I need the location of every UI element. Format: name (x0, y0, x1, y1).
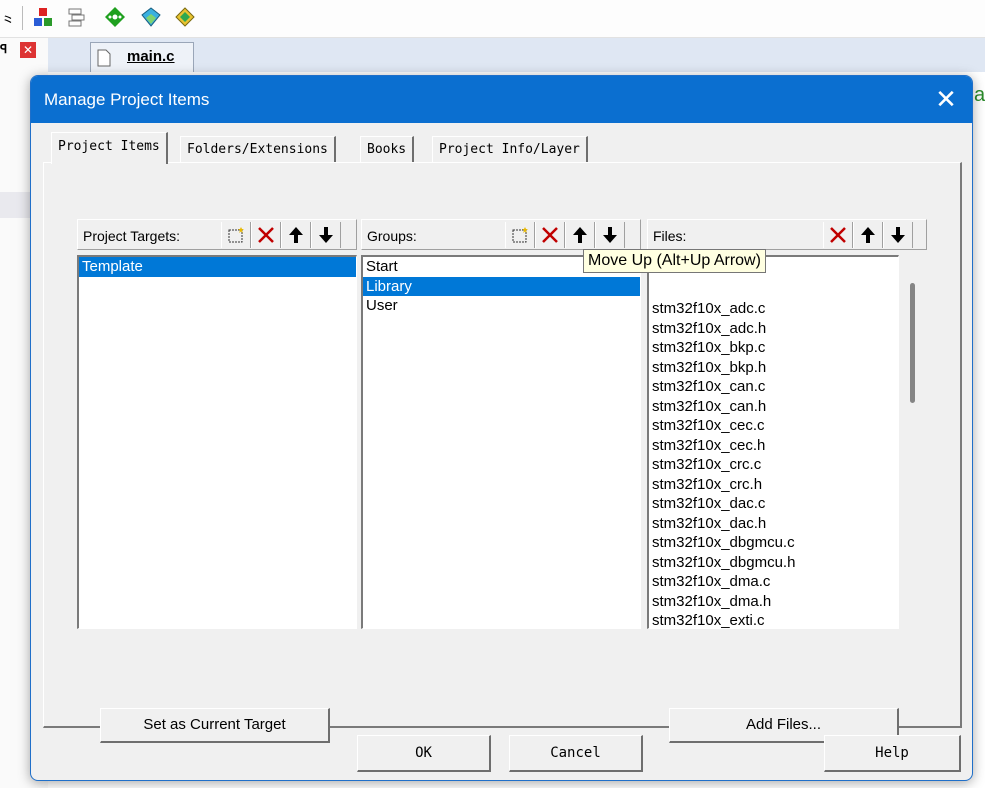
move-group-down-button[interactable] (595, 222, 625, 248)
window-stack-icon[interactable] (66, 6, 88, 28)
pack-installer-icon[interactable] (104, 6, 126, 28)
files-header: Files: (647, 219, 927, 250)
toolbar-divider (22, 6, 23, 30)
dialog-title: Manage Project Items (44, 90, 210, 109)
list-item[interactable]: Library (363, 276, 640, 296)
move-target-down-button[interactable] (311, 222, 341, 248)
list-item[interactable]: stm32f10x_crc.c (649, 455, 898, 475)
project-targets-label: Project Targets: (83, 228, 181, 244)
tab-panel: Project Targets: Template Set as Current… (43, 162, 962, 743)
dialog-close-button[interactable]: ✕ (929, 82, 963, 116)
arrow-down-icon (891, 227, 905, 243)
delete-icon (830, 227, 846, 243)
list-item[interactable]: stm32f10x_cec.h (649, 436, 898, 456)
run-time-environment-icon[interactable] (174, 6, 196, 28)
list-item[interactable]: stm32f10x_cec.c (649, 416, 898, 436)
document-tab-main-c[interactable]: main.c (90, 42, 194, 72)
move-group-up-button[interactable] (565, 222, 595, 248)
project-targets-list[interactable]: Template (77, 255, 357, 629)
select-software-packs-icon[interactable] (140, 6, 162, 28)
list-item[interactable]: User (363, 296, 640, 316)
list-item[interactable]: stm32f10x_can.c (649, 377, 898, 397)
move-up-tooltip: Move Up (Alt+Up Arrow) (583, 249, 766, 273)
groups-list[interactable]: Start Library User (361, 255, 641, 629)
delete-file-button[interactable] (823, 222, 853, 248)
delete-icon (258, 227, 274, 243)
project-targets-header: Project Targets: (77, 219, 357, 250)
list-item[interactable]: stm32f10x_crc.h (649, 475, 898, 495)
help-button[interactable]: Help (824, 735, 961, 772)
move-file-down-button[interactable] (883, 222, 913, 248)
pin-icon[interactable]: ꟼ (0, 42, 7, 56)
manage-components-icon[interactable] (32, 6, 54, 28)
list-item[interactable]: stm32f10x_can.h (649, 397, 898, 417)
arrow-down-icon (603, 227, 617, 243)
ide-toolbar: ⺀ (0, 0, 985, 38)
tab-project-items[interactable]: Project Items (51, 132, 168, 164)
file-icon (97, 49, 111, 67)
new-target-button[interactable] (221, 222, 251, 248)
files-list[interactable]: stm32f10x_adc.c stm32f10x_adc.h stm32f10… (647, 255, 899, 629)
list-item[interactable]: stm32f10x_dma.h (649, 592, 898, 612)
list-item[interactable]: Template (79, 257, 356, 277)
close-pane-icon[interactable]: ✕ (20, 42, 36, 58)
ok-button[interactable]: OK (357, 735, 491, 772)
delete-target-button[interactable] (251, 222, 281, 248)
arrow-down-icon (319, 227, 333, 243)
tab-project-info-layer[interactable]: Project Info/Layer (432, 136, 588, 164)
groups-header: Groups: (361, 219, 641, 250)
tab-books[interactable]: Books (360, 136, 415, 164)
list-item[interactable]: stm32f10x_dbgmcu.h (649, 553, 898, 573)
list-item[interactable]: stm32f10x_dma.c (649, 572, 898, 592)
files-label: Files: (653, 228, 687, 244)
editor-text-fragment: a (974, 84, 985, 106)
move-target-up-button[interactable] (281, 222, 311, 248)
new-item-icon (512, 227, 528, 243)
arrow-up-icon (289, 227, 303, 243)
list-item[interactable]: stm32f10x_adc.h (649, 319, 898, 339)
move-file-up-button[interactable] (853, 222, 883, 248)
files-scrollbar[interactable] (899, 255, 927, 629)
cancel-button[interactable]: Cancel (509, 735, 643, 772)
selected-tree-row (0, 192, 30, 218)
list-item[interactable]: stm32f10x_bkp.h (649, 358, 898, 378)
list-item[interactable]: stm32f10x_dbgmcu.c (649, 533, 898, 553)
new-item-icon (228, 227, 244, 243)
list-item[interactable]: stm32f10x_bkp.c (649, 338, 898, 358)
list-item[interactable]: stm32f10x_dac.h (649, 514, 898, 534)
delete-icon (542, 227, 558, 243)
document-tab-label: main.c (127, 48, 175, 65)
list-item[interactable]: stm32f10x_dac.c (649, 494, 898, 514)
groups-label: Groups: (367, 228, 417, 244)
list-item[interactable]: stm32f10x_exti.c (649, 611, 898, 628)
arrow-up-icon (861, 227, 875, 243)
delete-group-button[interactable] (535, 222, 565, 248)
dialog-title-bar: Manage Project Items ✕ (31, 76, 972, 123)
arrow-up-icon (573, 227, 587, 243)
files-scrollbar-thumb[interactable] (910, 283, 915, 403)
list-item[interactable]: stm32f10x_adc.c (649, 299, 898, 319)
new-group-button[interactable] (505, 222, 535, 248)
manage-project-items-dialog: Manage Project Items ✕ Project Items Fol… (30, 75, 973, 781)
tab-folders-extensions[interactable]: Folders/Extensions (180, 136, 336, 164)
translate-icon[interactable]: ⺀ (0, 8, 22, 31)
set-as-current-target-button[interactable]: Set as Current Target (100, 708, 330, 743)
